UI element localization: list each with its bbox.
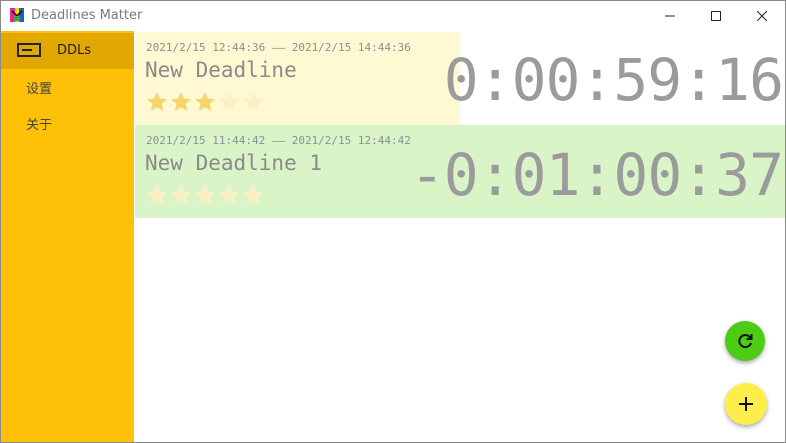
deadline-time-range: 2021/2/15 11:44:42 —— 2021/2/15 12:44:42 [146, 134, 411, 147]
star-empty-icon[interactable] [241, 90, 265, 114]
star-empty-icon[interactable] [241, 183, 265, 207]
star-empty-icon[interactable] [217, 90, 241, 114]
sidebar-item-about[interactable]: 关于 [1, 104, 134, 140]
deadline-countdown: -0:01:00:37 [409, 141, 784, 209]
refresh-button[interactable] [725, 321, 765, 361]
app-logo-icon [10, 8, 24, 22]
star-empty-icon[interactable] [169, 183, 193, 207]
close-icon [757, 11, 767, 21]
star-filled-icon[interactable] [169, 90, 193, 114]
maximize-button[interactable] [693, 1, 739, 31]
close-button[interactable] [739, 1, 785, 31]
star-empty-icon[interactable] [193, 183, 217, 207]
star-empty-icon[interactable] [145, 183, 169, 207]
deadline-card[interactable]: 2021/2/15 11:44:42 —— 2021/2/15 12:44:42… [135, 125, 785, 218]
minimize-icon [665, 15, 675, 17]
deadline-card[interactable]: 2021/2/15 12:44:36 —— 2021/2/15 14:44:36… [135, 32, 785, 125]
sidebar: DDLs 设置 关于 [1, 31, 134, 442]
maximize-icon [711, 11, 721, 21]
deadline-countdown: 0:00:59:16 [443, 46, 784, 114]
minimize-button[interactable] [647, 1, 693, 31]
ddl-list-icon [17, 43, 41, 57]
star-empty-icon[interactable] [217, 183, 241, 207]
star-filled-icon[interactable] [145, 90, 169, 114]
refresh-icon [738, 334, 753, 349]
sidebar-item-ddls[interactable]: DDLs [1, 33, 134, 69]
priority-stars[interactable] [145, 183, 265, 207]
deadline-time-range: 2021/2/15 12:44:36 —— 2021/2/15 14:44:36 [146, 41, 411, 54]
app-window: Deadlines Matter DDLs 设置 关于 2021/2/15 12… [0, 0, 786, 443]
sidebar-item-label: DDLs [57, 43, 92, 58]
plus-icon [739, 397, 753, 411]
add-deadline-button[interactable] [725, 383, 767, 425]
window-title: Deadlines Matter [31, 8, 143, 23]
sidebar-item-settings[interactable]: 设置 [1, 68, 134, 104]
sidebar-item-label: 设置 [26, 82, 53, 97]
priority-stars[interactable] [145, 90, 265, 114]
sidebar-item-label: 关于 [26, 118, 53, 133]
deadline-title: New Deadline 1 [145, 151, 323, 175]
title-bar[interactable]: Deadlines Matter [1, 1, 785, 31]
deadline-title: New Deadline [145, 58, 297, 82]
star-filled-icon[interactable] [193, 90, 217, 114]
